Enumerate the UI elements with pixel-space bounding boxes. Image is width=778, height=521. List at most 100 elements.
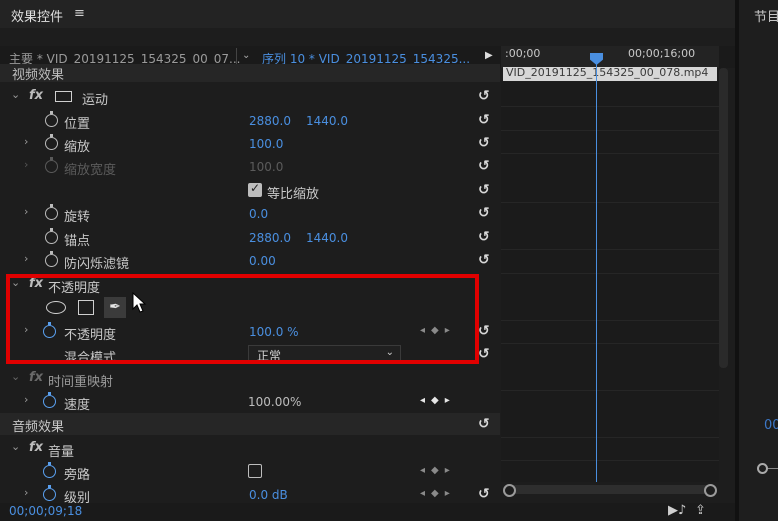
reset-icon[interactable]: ↺ [478, 158, 490, 174]
grid-line [501, 273, 719, 274]
play-icon[interactable]: ▶ [485, 50, 493, 61]
clip-name: VID_20191125_154325_00_078.mp4 [506, 66, 709, 79]
grid-line [501, 249, 719, 250]
chevron-down-icon[interactable]: ⌄ [242, 50, 250, 61]
video-effects-header: 视频效果 [0, 64, 500, 83]
fx-icon[interactable]: fx [29, 88, 43, 103]
audio-effects-header: 音频效果 ↺ [0, 413, 500, 435]
stopwatch-icon[interactable] [45, 204, 58, 220]
play-audio-icon[interactable]: ▶♪ [668, 503, 686, 518]
rotation-value[interactable]: 0.0 [249, 207, 268, 221]
timeline-clip[interactable]: VID_20191125_154325_00_078.mp4 [503, 66, 717, 81]
anchor-y-value[interactable]: 1440.0 [306, 231, 348, 245]
effect-controls-tab[interactable]: 效果控件 [11, 6, 63, 25]
keyframe-area[interactable] [501, 82, 719, 482]
keyframe-nav[interactable]: ◂◆▸ [420, 465, 456, 476]
stopwatch-icon[interactable] [43, 462, 56, 478]
chevron-right-icon[interactable]: › [24, 135, 28, 148]
stopwatch-icon[interactable] [45, 111, 58, 127]
opacity-highlight-box [6, 274, 479, 364]
grid-line [501, 460, 719, 461]
stopwatch-icon [45, 157, 58, 173]
uniform-scale-row: 等比缩放 ↺ [0, 179, 500, 202]
grid-line [501, 343, 719, 344]
speed-value[interactable]: 100.00% [248, 395, 301, 409]
chevron-down-icon[interactable]: ⌄ [11, 88, 20, 101]
chevron-right-icon[interactable]: › [24, 486, 28, 499]
fx-icon[interactable]: fx [29, 440, 43, 455]
anchor-row: 锚点 2880.0 1440.0 ↺ [0, 226, 500, 249]
scale-value[interactable]: 100.0 [249, 137, 283, 151]
keyframe-nav[interactable]: ◂◆▸ [420, 488, 456, 499]
bypass-checkbox[interactable] [248, 464, 262, 478]
chevron-down-icon[interactable]: ⌄ [11, 440, 20, 453]
reset-icon[interactable]: ↺ [478, 135, 490, 151]
motion-transform-icon[interactable] [55, 91, 72, 102]
program-monitor-panel [739, 0, 778, 521]
motion-row[interactable]: ⌄ fx 运动 ↺ [0, 85, 500, 108]
motion-label: 运动 [82, 93, 109, 108]
horizontal-zoom-scrollbar[interactable] [503, 484, 717, 497]
stopwatch-icon[interactable] [43, 392, 56, 408]
bypass-label: 旁路 [64, 468, 91, 483]
uniform-scale-label: 等比缩放 [267, 187, 320, 202]
grid-line [501, 202, 719, 203]
scale-width-label: 缩放宽度 [64, 163, 117, 178]
chevron-down-icon[interactable]: ⌄ [11, 370, 20, 383]
antiflicker-value[interactable]: 0.00 [249, 254, 276, 268]
reset-icon[interactable]: ↺ [478, 416, 490, 432]
reset-icon[interactable]: ↺ [478, 229, 490, 245]
ruler-time-mid: 00;00;16;00 [628, 47, 696, 60]
program-scrub-knob[interactable] [757, 463, 768, 474]
speed-label: 速度 [64, 398, 91, 413]
keyframe-nav[interactable]: ◂◆▸ [420, 395, 456, 406]
program-timecode: 00 [764, 418, 778, 433]
program-monitor-tab[interactable]: 节目 [754, 6, 778, 25]
chevron-right-icon[interactable]: › [24, 252, 28, 265]
panel-menu-icon[interactable]: ≡ [74, 6, 85, 21]
grid-line [501, 390, 719, 391]
volume-row[interactable]: ⌄ fx 音量 [0, 437, 500, 460]
reset-icon[interactable]: ↺ [478, 205, 490, 221]
scale-label: 缩放 [64, 140, 91, 155]
chevron-right-icon[interactable]: › [24, 205, 28, 218]
reset-icon[interactable]: ↺ [478, 112, 490, 128]
chevron-right-icon: › [24, 158, 29, 171]
level-label: 级别 [64, 491, 91, 503]
grid-line [501, 437, 719, 438]
mouse-cursor-icon [132, 292, 147, 313]
position-row: 位置 2880.0 1440.0 ↺ [0, 109, 500, 132]
grid-line [501, 153, 719, 154]
anchor-label: 锚点 [64, 234, 91, 249]
level-value[interactable]: 0.0 dB [249, 488, 288, 502]
stopwatch-icon[interactable] [45, 134, 58, 150]
vertical-scrollbar[interactable] [719, 68, 728, 368]
fx-icon: fx [29, 370, 44, 385]
stopwatch-icon[interactable] [45, 251, 58, 267]
reset-icon[interactable]: ↺ [478, 252, 490, 268]
audio-effects-label: 音频效果 [12, 420, 65, 435]
time-remap-label: 时间重映射 [48, 375, 114, 390]
reset-icon[interactable]: ↺ [478, 323, 490, 339]
grid-line [501, 130, 719, 131]
scale-row: › 缩放 100.0 ↺ [0, 132, 500, 155]
reset-icon[interactable]: ↺ [478, 346, 490, 362]
position-x-value[interactable]: 2880.0 [249, 114, 291, 128]
reset-icon[interactable]: ↺ [478, 486, 490, 502]
bypass-row: 旁路 ◂◆▸ [0, 460, 500, 483]
uniform-scale-checkbox[interactable] [248, 181, 262, 197]
volume-label: 音量 [48, 445, 75, 460]
reset-icon[interactable]: ↺ [478, 88, 490, 104]
grid-line [501, 106, 719, 107]
position-y-value[interactable]: 1440.0 [306, 114, 348, 128]
grid-line [501, 320, 719, 321]
scale-width-row: › 缩放宽度 100.0 ↺ [0, 155, 500, 178]
reset-icon[interactable]: ↺ [478, 182, 490, 198]
anchor-x-value[interactable]: 2880.0 [249, 231, 291, 245]
export-icon[interactable]: ⇪ [695, 503, 706, 518]
current-timecode[interactable]: 00;00;09;18 [9, 504, 82, 518]
stopwatch-icon[interactable] [43, 485, 56, 501]
chevron-right-icon[interactable]: › [24, 393, 28, 406]
stopwatch-icon[interactable] [45, 228, 58, 244]
time-remap-row[interactable]: ⌄ fx 时间重映射 [0, 367, 500, 390]
